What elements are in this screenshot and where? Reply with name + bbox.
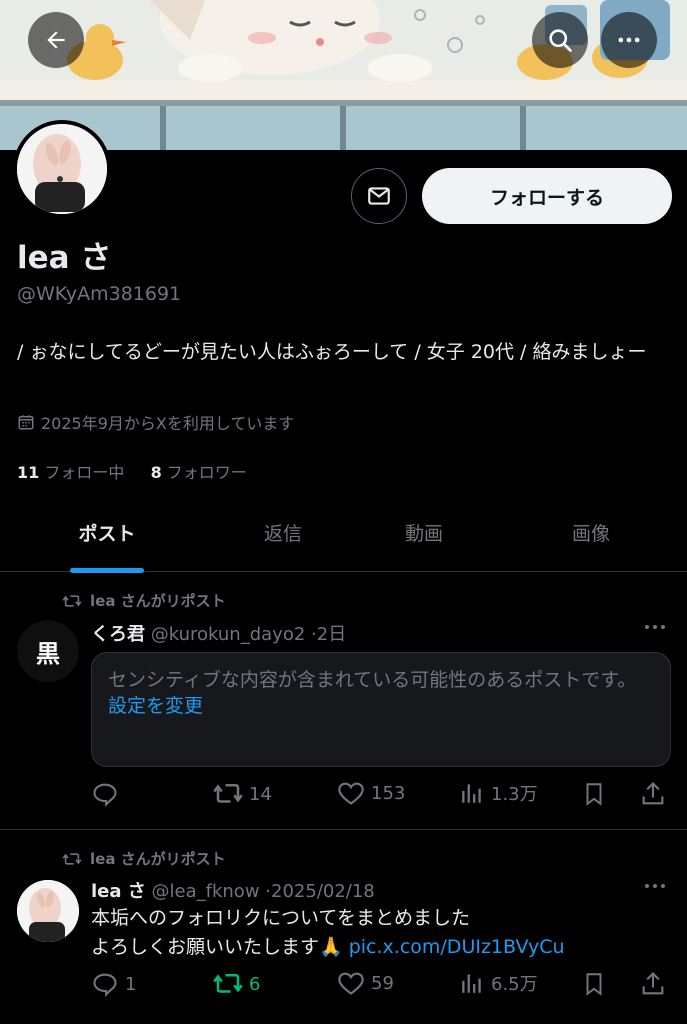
following-label: フォロー中 xyxy=(44,463,125,482)
tab-images[interactable]: 画像 xyxy=(554,519,628,546)
reply-count: 1 xyxy=(125,973,137,995)
post-text-line2: よろしくお願いいたします🙏 xyxy=(91,936,343,958)
reply-button[interactable] xyxy=(91,780,125,808)
like-button[interactable]: 59 xyxy=(337,970,394,996)
like-count: 153 xyxy=(371,782,406,804)
tab-posts[interactable]: ポスト xyxy=(70,519,144,546)
reply-button[interactable]: 1 xyxy=(91,970,136,998)
repost-button[interactable]: 14 xyxy=(213,780,272,808)
share-button[interactable] xyxy=(639,780,667,808)
followers-count: 8 xyxy=(150,463,162,482)
views-button[interactable]: 1.3万 xyxy=(459,780,538,806)
joined-date: 2025年9月からXを利用しています xyxy=(17,410,294,434)
avatar-photo xyxy=(17,124,107,214)
repost-label: lea さんがリポスト xyxy=(90,592,226,610)
profile-handle: @WKyAm381691 xyxy=(17,283,182,305)
post-actions: 14 153 1.3万 xyxy=(91,780,671,810)
post-text-line1: 本垢へのフォロリクについてをまとめました xyxy=(91,907,471,929)
profile-tabs: ポスト 返信 動画 画像 xyxy=(0,505,687,573)
repost-icon xyxy=(62,594,82,607)
analytics-icon xyxy=(462,974,481,993)
profile-bio: / ぉなにしてるどーが見たい人はふぉろーして / 女子 20代 / 絡みましょー xyxy=(17,341,647,363)
author-handle[interactable]: @kurokun_dayo2 xyxy=(151,624,306,645)
more-dots-icon xyxy=(645,625,665,629)
follow-counts: 11 フォロー中 8 フォロワー xyxy=(17,459,247,483)
post-text: 本垢へのフォロリクについてをまとめました よろしくお願いいたします🙏 pic.x… xyxy=(91,904,671,962)
repost-button[interactable]: 6 xyxy=(213,970,260,998)
share-icon xyxy=(642,782,664,805)
heart-icon xyxy=(338,972,364,995)
like-button[interactable]: 153 xyxy=(337,780,405,806)
followers-label: フォロワー xyxy=(166,463,247,482)
more-options-button[interactable] xyxy=(601,12,657,68)
post-header: lea さ @lea_fknow ·2025/02/18 xyxy=(91,881,375,902)
bookmark-icon xyxy=(586,973,602,996)
sensitive-content-notice: センシティブな内容が含まれている可能性のあるポストです。 設定を変更 xyxy=(91,652,671,767)
author-name[interactable]: くろ君 xyxy=(91,624,145,645)
post-avatar[interactable]: 黒 xyxy=(17,620,79,682)
post-more-button[interactable] xyxy=(642,617,668,642)
following-count: 11 xyxy=(17,463,40,482)
view-count: 6.5万 xyxy=(491,974,538,995)
author-name[interactable]: lea さ xyxy=(91,881,146,902)
post-more-button[interactable] xyxy=(642,876,668,901)
following-link[interactable]: 11 フォロー中 xyxy=(17,463,124,482)
repost-count: 14 xyxy=(249,783,272,805)
repost-label: lea さんがリポスト xyxy=(90,850,226,868)
like-count: 59 xyxy=(371,972,394,994)
followers-link[interactable]: 8 フォロワー xyxy=(151,463,247,482)
post-header: くろ君 @kurokun_dayo2 ·2日 xyxy=(91,624,347,645)
bookmark-button[interactable] xyxy=(581,780,607,808)
joined-text: 2025年9月からXを利用しています xyxy=(41,414,295,433)
search-button[interactable] xyxy=(532,12,588,68)
banner-illustration xyxy=(0,0,687,150)
change-settings-link[interactable]: 設定を変更 xyxy=(108,693,654,719)
envelope-icon xyxy=(368,187,390,205)
share-icon xyxy=(642,972,664,995)
message-button[interactable] xyxy=(351,168,407,224)
post-avatar[interactable] xyxy=(17,880,79,942)
repost-indicator: lea さんがリポスト xyxy=(62,848,226,869)
back-button[interactable] xyxy=(28,12,84,68)
heart-icon xyxy=(338,782,364,805)
repost-icon xyxy=(213,974,243,993)
analytics-icon xyxy=(462,784,481,803)
repost-icon xyxy=(62,852,82,865)
post-divider xyxy=(0,829,687,830)
follow-button[interactable]: フォローする xyxy=(422,168,672,224)
tab-videos[interactable]: 動画 xyxy=(387,519,461,546)
more-dots-icon xyxy=(645,884,665,888)
repost-indicator: lea さんがリポスト xyxy=(62,590,226,611)
more-dots-icon xyxy=(618,37,640,43)
repost-count: 6 xyxy=(249,973,261,995)
profile-name: lea さ xyxy=(17,240,112,276)
reply-icon xyxy=(93,783,117,808)
bookmark-icon xyxy=(586,783,602,806)
author-handle[interactable]: @lea_fknow xyxy=(152,881,260,902)
profile-avatar[interactable] xyxy=(13,120,111,218)
views-button[interactable]: 6.5万 xyxy=(459,970,538,996)
back-arrow-icon xyxy=(47,31,65,49)
tab-replies[interactable]: 返信 xyxy=(246,519,320,546)
post-time[interactable]: 2025/02/18 xyxy=(271,881,375,902)
post-actions: 1 6 59 6.5万 xyxy=(91,970,671,1000)
post-time[interactable]: 2日 xyxy=(317,624,346,645)
share-button[interactable] xyxy=(639,970,667,998)
active-tab-indicator xyxy=(70,568,144,573)
calendar-icon xyxy=(18,415,34,430)
sensitive-text: センシティブな内容が含まれている可能性のあるポストです。 xyxy=(108,669,637,691)
reply-icon xyxy=(93,973,117,998)
repost-icon xyxy=(213,784,243,803)
bookmark-button[interactable] xyxy=(581,970,607,998)
search-icon xyxy=(549,29,572,52)
post-link[interactable]: pic.x.com/DUIz1BVyCu xyxy=(349,936,565,958)
view-count: 1.3万 xyxy=(491,784,538,805)
avatar-photo xyxy=(17,880,79,942)
profile-banner[interactable] xyxy=(0,0,687,150)
